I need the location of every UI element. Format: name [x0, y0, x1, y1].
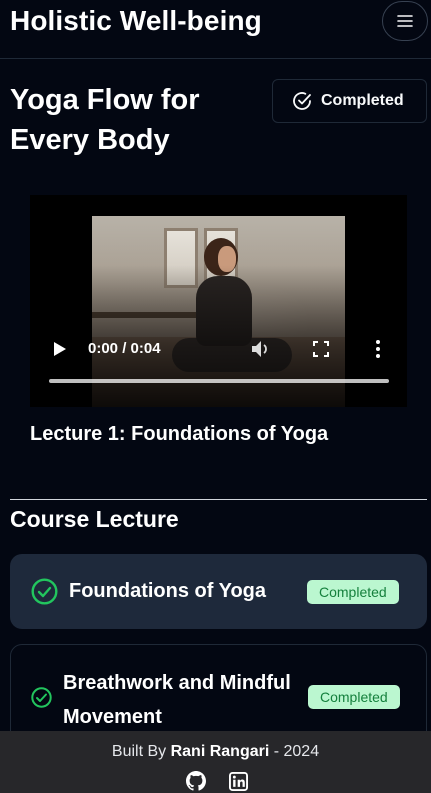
author-name: Rani Rangari — [170, 743, 270, 760]
check-circle-icon — [293, 92, 311, 110]
check-circle-icon — [31, 687, 52, 708]
status-badge: Completed — [308, 685, 400, 709]
section-divider — [10, 499, 427, 500]
video-controls-overlay — [30, 265, 407, 407]
brand-title[interactable]: Holistic Well-being — [10, 5, 262, 37]
lecture-complete-check — [31, 578, 58, 605]
more-options-button[interactable] — [371, 339, 385, 359]
lecture-title: Foundations of Yoga — [69, 580, 267, 602]
linkedin-icon — [228, 771, 248, 791]
volume-icon — [252, 341, 267, 357]
menu-button[interactable] — [382, 1, 428, 41]
play-button[interactable] — [52, 341, 68, 357]
fullscreen-button[interactable] — [312, 340, 330, 358]
fullscreen-icon — [313, 341, 329, 357]
lecture-item[interactable]: Foundations of Yoga Completed — [10, 554, 427, 629]
volume-button[interactable] — [250, 338, 272, 360]
hamburger-icon — [397, 15, 413, 27]
video-progress-bar[interactable] — [49, 379, 389, 383]
linkedin-link[interactable] — [227, 770, 249, 792]
section-title: Course Lecture — [10, 506, 179, 532]
github-link[interactable] — [185, 770, 207, 792]
check-circle-icon — [31, 578, 58, 605]
app-header: Holistic Well-being — [0, 0, 431, 59]
status-badge: Completed — [307, 580, 399, 604]
course-title: Yoga Flow for Every Body — [10, 84, 200, 156]
mark-completed-button[interactable]: Completed — [272, 79, 427, 123]
video-player[interactable]: 0:00 / 0:04 — [30, 195, 407, 407]
completed-button-label: Completed — [321, 92, 404, 109]
footer-credit: Built By Rani Rangari - 2024 — [0, 743, 431, 761]
play-icon — [54, 342, 66, 356]
video-time: 0:00 / 0:04 — [88, 340, 161, 357]
github-icon — [186, 771, 206, 791]
page-footer: Built By Rani Rangari - 2024 — [0, 731, 431, 793]
page: Holistic Well-being Yoga Flow for Every … — [0, 0, 431, 793]
credit-prefix: Built By — [111, 743, 171, 760]
lecture-complete-check — [31, 687, 52, 708]
lecture-title: Breathwork and Mindful Movement — [63, 672, 291, 728]
credit-suffix: - 2024 — [269, 743, 320, 760]
current-lecture-title: Lecture 1: Foundations of Yoga — [30, 423, 329, 445]
kebab-menu-icon — [376, 340, 380, 358]
